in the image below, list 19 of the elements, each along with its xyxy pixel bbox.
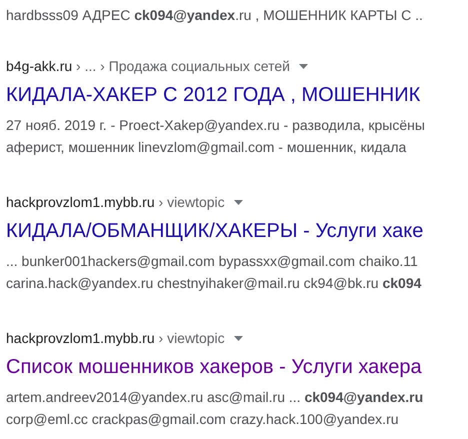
result-title-link[interactable]: Список мошенников хакеров - Услуги хакера <box>6 352 422 382</box>
breadcrumb-path: › viewtopic <box>158 193 225 212</box>
result-title-link[interactable]: КИДАЛА/ОБМАНЩИК/ХАКЕРЫ - Услуги хаке <box>6 216 424 246</box>
snippet-text: аферист, мошенник linevzlom@gmail.com - мошенник, кидала <box>6 138 406 157</box>
site-link[interactable]: hackprovzlom1.mybb.ru <box>6 327 155 349</box>
result-title-link[interactable]: КИДАЛА-ХАКЕР С 2012 ГОДА , МОШЕННИК <box>6 80 420 110</box>
site-link[interactable]: b4g-akk.ru <box>6 55 72 77</box>
breadcrumb-path: › viewtopic <box>158 329 225 348</box>
caret-icon[interactable] <box>298 62 308 70</box>
site-link[interactable]: hackprovzlom1.mybb.ru <box>6 191 155 213</box>
snippet-text: ... bunker001hackers@gmail.com bypassxx@gmail.com chaiko.11 <box>6 252 418 271</box>
breadcrumb-path: › ... › Продажа социальных сетей <box>75 57 290 76</box>
snippet-text: 27 нояб. 2019 г. - Proect-Xakep@yandex.ru - разводила, крысёны <box>6 116 425 135</box>
snippet-text: hardbsss09 АДРЕС ck094@yandex.ru , МОШЕННИК КАРТЫ С .. <box>6 6 424 25</box>
snippet-text: corp@eml.cc crackpas@gmail.com crazy.hack.100@yandex.ru <box>6 410 399 429</box>
caret-icon[interactable] <box>234 198 243 206</box>
caret-icon[interactable] <box>234 334 243 342</box>
snippet-text: artem.andreev2014@yandex.ru asc@mail.ru ... ck094@yandex.ru <box>6 388 424 407</box>
snippet-text: carina.hack@yandex.ru chestnyihaker@mail.ru ck94@bk.ru ck094 <box>6 274 422 293</box>
